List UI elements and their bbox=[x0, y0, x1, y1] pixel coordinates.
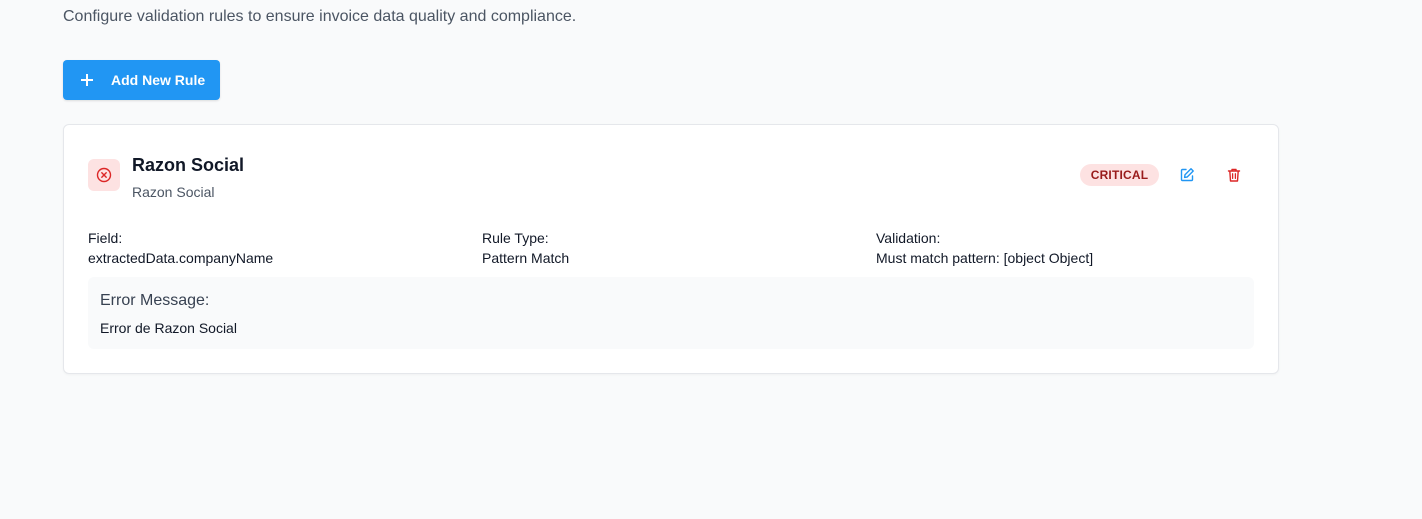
x-circle-icon bbox=[96, 167, 112, 183]
error-message-box: Error Message: Error de Razon Social bbox=[88, 277, 1254, 349]
field-label: Field: bbox=[88, 230, 123, 246]
rule-type-label: Rule Type: bbox=[482, 230, 549, 246]
edit-rule-button[interactable] bbox=[1175, 163, 1199, 187]
validation-rules-page: Configure validation rules to ensure inv… bbox=[0, 0, 1422, 519]
rule-card: Razon Social Razon Social CRITICAL Field… bbox=[63, 124, 1279, 374]
error-message-label: Error Message: bbox=[100, 292, 210, 309]
edit-icon bbox=[1180, 168, 1194, 182]
validation-label: Validation: bbox=[876, 230, 941, 246]
field-detail: Field: extractedData.companyName bbox=[88, 228, 273, 268]
delete-rule-button[interactable] bbox=[1222, 163, 1246, 187]
rule-status-indicator bbox=[88, 159, 120, 191]
field-value: extractedData.companyName bbox=[88, 250, 274, 266]
add-new-rule-label: Add New Rule bbox=[111, 72, 206, 88]
trash-icon bbox=[1227, 168, 1241, 182]
rule-type-detail: Rule Type: Pattern Match bbox=[482, 228, 569, 268]
rule-type-value: Pattern Match bbox=[482, 250, 570, 266]
validation-detail: Validation: Must match pattern: [object … bbox=[876, 228, 1093, 268]
rule-description: Razon Social bbox=[132, 184, 215, 200]
validation-value: Must match pattern: [object Object] bbox=[876, 250, 1094, 266]
plus-icon bbox=[81, 74, 93, 86]
add-new-rule-button[interactable]: Add New Rule bbox=[63, 60, 220, 100]
page-subtitle: Configure validation rules to ensure inv… bbox=[63, 8, 577, 25]
severity-badge: CRITICAL bbox=[1080, 164, 1159, 186]
rule-title: Razon Social bbox=[132, 155, 245, 175]
error-message-text: Error de Razon Social bbox=[100, 320, 237, 336]
